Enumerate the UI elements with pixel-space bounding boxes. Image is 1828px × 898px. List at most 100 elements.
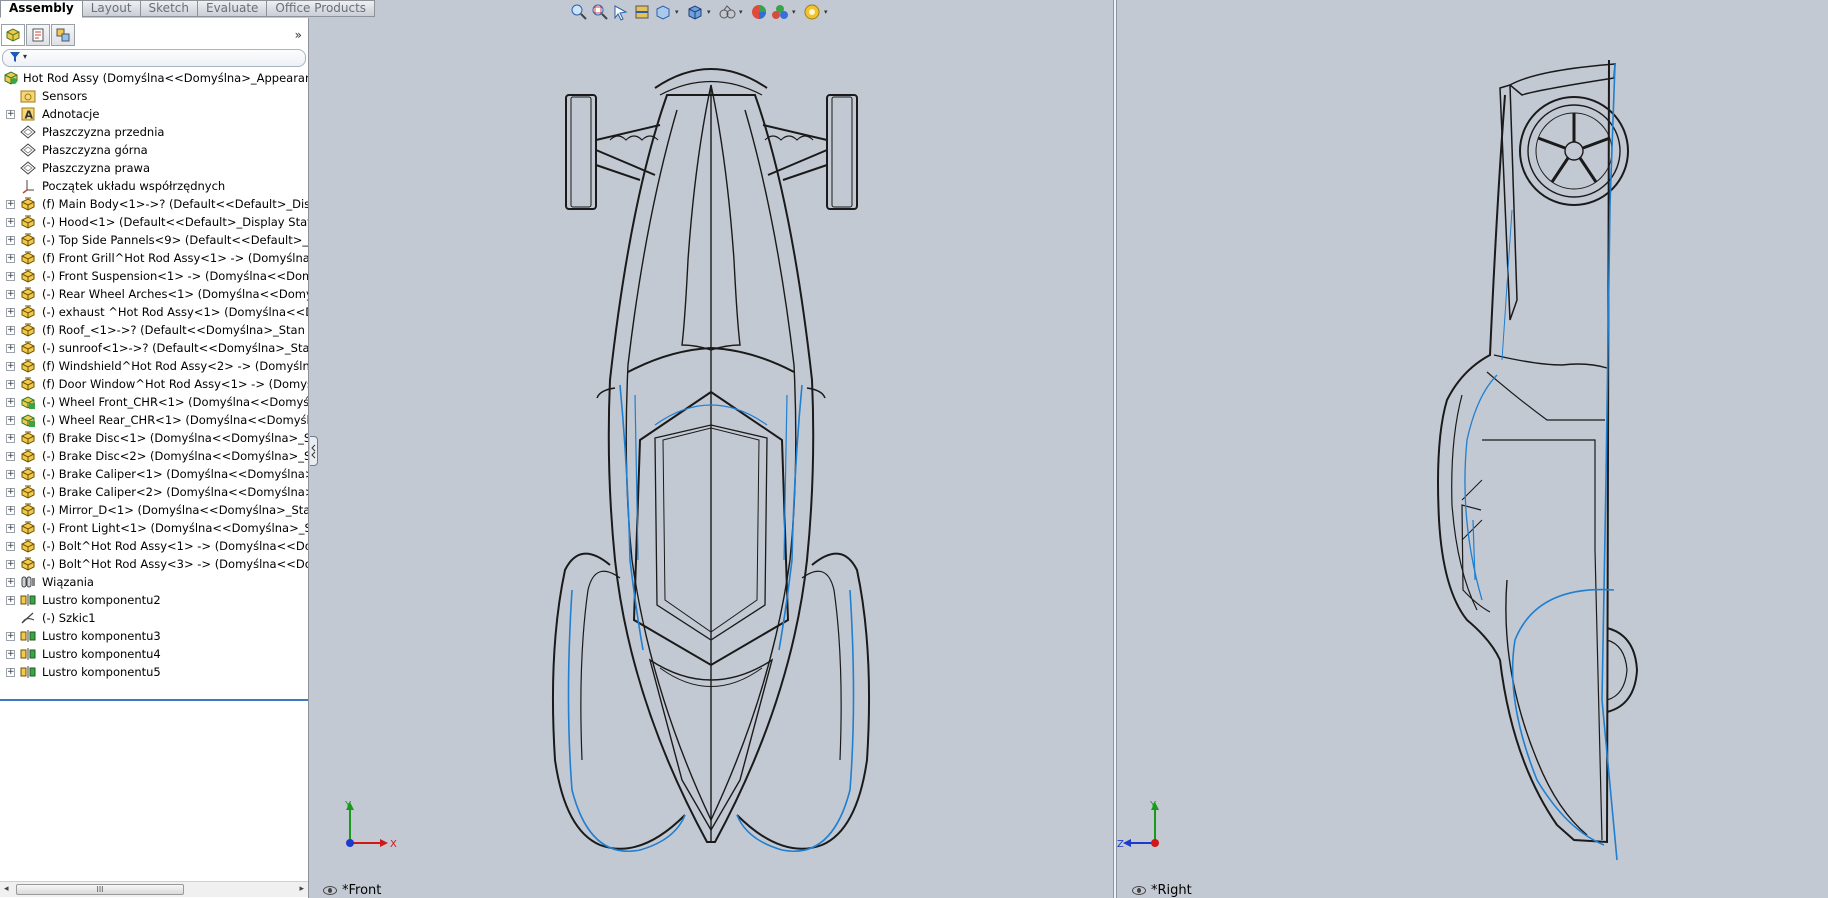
tree-item[interactable]: + (-) Brake Caliper<2> (Domyślna<<Domyśln…: [0, 483, 308, 501]
expand-icon[interactable]: +: [6, 668, 15, 677]
tree-item-label: (-) sunroof<1>->? (Default<<Domyślna>_St…: [42, 341, 308, 355]
tree-item[interactable]: + (-) Top Side Pannels<9> (Default<<Defau…: [0, 231, 308, 249]
chevron-down-icon[interactable]: ▾: [739, 8, 747, 16]
expand-icon[interactable]: +: [6, 398, 15, 407]
expand-icon[interactable]: +: [6, 650, 15, 659]
expand-icon[interactable]: +: [6, 632, 15, 641]
scroll-left-icon[interactable]: ◂: [4, 884, 9, 894]
expand-icon[interactable]: +: [6, 452, 15, 461]
tree-item[interactable]: + (-) Wheel Rear_CHR<1> (Domyślna<<Domyśl…: [0, 411, 308, 429]
tree-item[interactable]: + (-) Rear Wheel Arches<1> (Domyślna<<Dom…: [0, 285, 308, 303]
tree-item[interactable]: + Lustro komponentu5: [0, 663, 308, 681]
zoom-to-area-button[interactable]: [591, 3, 609, 21]
scroll-thumb[interactable]: III: [16, 884, 184, 895]
expand-icon[interactable]: +: [6, 578, 15, 587]
expand-icon[interactable]: +: [6, 290, 15, 299]
expand-icon[interactable]: +: [6, 308, 15, 317]
apply-scene-button[interactable]: [771, 3, 789, 21]
display-style-button[interactable]: [686, 3, 704, 21]
expand-icon[interactable]: +: [6, 506, 15, 515]
filter-dropdown-icon[interactable]: ▾: [23, 52, 27, 61]
expand-icon[interactable]: +: [6, 200, 15, 209]
tree-item[interactable]: + Lustro komponentu3: [0, 627, 308, 645]
tree-item[interactable]: + (-) exhaust ^Hot Rod Assy<1> (Domyślna<…: [0, 303, 308, 321]
tree-item[interactable]: Płaszczyzna prawa: [0, 159, 308, 177]
expand-icon[interactable]: +: [6, 488, 15, 497]
tree-item[interactable]: Płaszczyzna przednia: [0, 123, 308, 141]
scroll-right-icon[interactable]: ▸: [299, 884, 304, 894]
tree-item[interactable]: + Lustro komponentu2: [0, 591, 308, 609]
tree-item[interactable]: Początek układu współrzędnych: [0, 177, 308, 195]
view-visibility-icon[interactable]: [1132, 885, 1146, 895]
tree-item[interactable]: + Lustro komponentu4: [0, 645, 308, 663]
right-viewport[interactable]: Y Z *Right: [1117, 0, 1828, 898]
tree-item[interactable]: Hot Rod Assy (Domyślna<<Domyślna>_Appear…: [0, 69, 308, 87]
tree-item[interactable]: + (f) Roof_<1>->? (Default<<Domyślna>_Sta…: [0, 321, 308, 339]
tree-item[interactable]: + (-) Bolt^Hot Rod Assy<3> -> (Domyślna<<…: [0, 555, 308, 573]
zoom-to-fit-button[interactable]: [570, 3, 588, 21]
expand-icon[interactable]: +: [6, 434, 15, 443]
tree-item[interactable]: + (-) Brake Caliper<1> (Domyślna<<Domyśln…: [0, 465, 308, 483]
expand-icon[interactable]: +: [6, 524, 15, 533]
expand-icon[interactable]: +: [6, 218, 15, 227]
chevron-down-icon[interactable]: ▾: [792, 8, 800, 16]
chevron-down-icon[interactable]: ▾: [824, 8, 832, 16]
tree-item[interactable]: + (-) Front Light<1> (Domyślna<<Domyślna>…: [0, 519, 308, 537]
feature-manager-tab[interactable]: [1, 24, 25, 46]
tree-item[interactable]: Płaszczyzna górna: [0, 141, 308, 159]
tab-evaluate[interactable]: Evaluate: [197, 0, 268, 17]
expand-icon[interactable]: +: [6, 470, 15, 479]
view-orientation-button[interactable]: [654, 3, 672, 21]
tree-item[interactable]: + (-) Hood<1> (Default<<Default>_Display …: [0, 213, 308, 231]
expand-icon[interactable]: +: [6, 542, 15, 551]
tree-item[interactable]: + (-) Wheel Front_CHR<1> (Domyślna<<Domyś…: [0, 393, 308, 411]
tree-item[interactable]: + (-) Bolt^Hot Rod Assy<1> -> (Domyślna<<…: [0, 537, 308, 555]
tree-item[interactable]: + (-) Mirror_D<1> (Domyślna<<Domyślna>_St…: [0, 501, 308, 519]
expand-icon[interactable]: +: [6, 560, 15, 569]
property-manager-tab[interactable]: [26, 24, 50, 46]
tree-filter[interactable]: ▾: [2, 49, 306, 67]
expand-icon[interactable]: +: [6, 596, 15, 605]
view-visibility-icon[interactable]: [323, 885, 337, 895]
tree-item[interactable]: + Wiązania: [0, 573, 308, 591]
expand-icon[interactable]: +: [6, 326, 15, 335]
part-icon: [20, 520, 36, 536]
tree-item[interactable]: + A Adnotacje: [0, 105, 308, 123]
expand-icon[interactable]: +: [6, 110, 15, 119]
tree-item[interactable]: Sensors: [0, 87, 308, 105]
rollback-bar[interactable]: [0, 699, 308, 701]
tab-office-products[interactable]: Office Products: [267, 0, 376, 17]
tree-item[interactable]: (-) Szkic1: [0, 609, 308, 627]
tree-horizontal-scrollbar[interactable]: ◂ III ▸: [0, 881, 308, 897]
section-view-button[interactable]: [633, 3, 651, 21]
heads-up-view-toolbar: ▾ ▾ ▾ ▾ ▾: [570, 2, 832, 22]
expand-icon[interactable]: +: [6, 416, 15, 425]
view-settings-icon: [804, 4, 820, 20]
previous-view-button[interactable]: [612, 3, 630, 21]
expand-icon[interactable]: +: [6, 272, 15, 281]
view-settings-button[interactable]: [803, 3, 821, 21]
expand-icon[interactable]: +: [6, 344, 15, 353]
expand-icon[interactable]: +: [6, 380, 15, 389]
tree-item[interactable]: + (f) Door Window^Hot Rod Assy<1> -> (Dom…: [0, 375, 308, 393]
front-viewport[interactable]: Y X *Front: [310, 0, 1113, 898]
expand-icon[interactable]: +: [6, 236, 15, 245]
hide-show-items-button[interactable]: [718, 3, 736, 21]
tree-item[interactable]: + (f) Brake Disc<1> (Domyślna<<Domyślna>_…: [0, 429, 308, 447]
tree-item[interactable]: + (-) Front Suspension<1> -> (Domyślna<<D…: [0, 267, 308, 285]
tab-layout[interactable]: Layout: [82, 0, 141, 17]
tree-item[interactable]: + (-) sunroof<1>->? (Default<<Domyślna>_S…: [0, 339, 308, 357]
collapse-panel-button[interactable]: »: [295, 28, 302, 42]
tree-item[interactable]: + (f) Front Grill^Hot Rod Assy<1> -> (Dom…: [0, 249, 308, 267]
chevron-down-icon[interactable]: ▾: [707, 8, 715, 16]
tree-item[interactable]: + (f) Main Body<1>->? (Default<<Default>_…: [0, 195, 308, 213]
expand-icon[interactable]: +: [6, 362, 15, 371]
tab-assembly[interactable]: Assembly: [0, 0, 83, 18]
tree-item[interactable]: + (f) Windshield^Hot Rod Assy<2> -> (Domy…: [0, 357, 308, 375]
configuration-manager-tab[interactable]: [51, 24, 75, 46]
tab-sketch[interactable]: Sketch: [140, 0, 198, 17]
expand-icon[interactable]: +: [6, 254, 15, 263]
edit-appearance-button[interactable]: [750, 3, 768, 21]
tree-item[interactable]: + (-) Brake Disc<2> (Domyślna<<Domyślna>_…: [0, 447, 308, 465]
chevron-down-icon[interactable]: ▾: [675, 8, 683, 16]
